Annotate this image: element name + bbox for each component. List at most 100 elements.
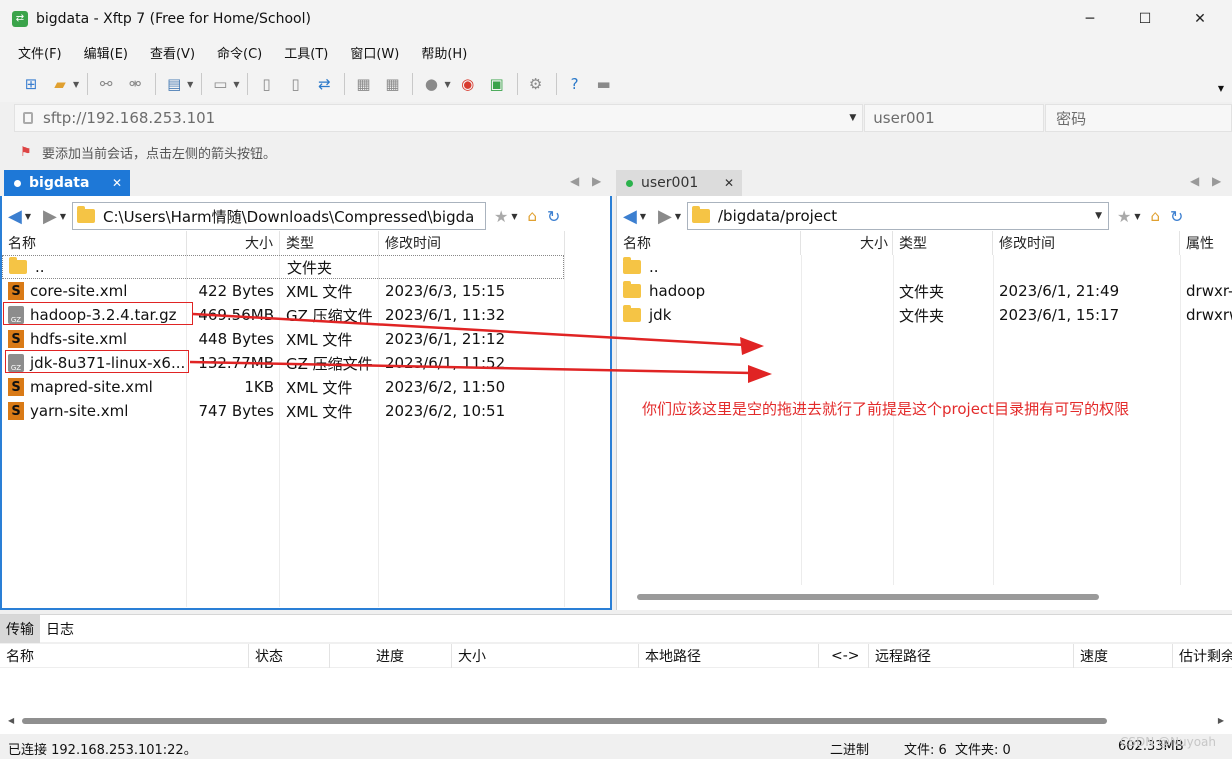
status-circle-icon[interactable]: ● [420,73,442,95]
menu-tools[interactable]: 工具(T) [280,41,332,64]
col-type[interactable]: 类型 [280,231,379,255]
table-row[interactable]: hadoop 文件夹 2023/6/1, 21:49 drwxr- [617,279,1232,303]
menu-edit[interactable]: 编辑(E) [80,41,132,64]
type-cell: XML 文件 [286,402,353,421]
col-speed[interactable]: 速度 [1074,644,1173,668]
remote-horizontal-scrollbar[interactable] [617,592,1232,602]
col-name[interactable]: 名称 [617,231,801,255]
transfer-up-icon[interactable]: ▦ [352,73,374,95]
minimize-button[interactable]: ─ [1067,0,1113,38]
xshell-icon[interactable]: ◉ [457,73,479,95]
username-input[interactable]: user001 [864,104,1045,132]
col-status[interactable]: 状态 [249,644,330,668]
menu-file[interactable]: 文件(F) [14,41,66,64]
col-modified[interactable]: 修改时间 [993,231,1180,255]
col-eta[interactable]: 估计剩余 [1173,644,1232,668]
open-dropdown-icon[interactable]: ▼ [73,80,79,89]
new-file-icon[interactable]: ▯ [255,73,277,95]
col-name[interactable]: 名称 [0,644,249,668]
star-icon[interactable]: ★ [1117,207,1131,226]
help-icon[interactable]: ? [564,73,586,95]
transfer-down-icon[interactable]: ▦ [381,73,403,95]
toolbar-overflow-icon[interactable]: ▼ [1218,84,1224,93]
col-size[interactable]: 大小 [452,644,639,668]
forward-dropdown-icon[interactable]: ▼ [675,212,681,221]
star-icon[interactable]: ★ [494,207,508,226]
col-remote-path[interactable]: 远程路径 [869,644,1074,668]
tab-user001[interactable]: user001 ✕ [616,170,742,196]
table-row[interactable]: Score-site.xml 422 Bytes XML 文件 2023/6/3… [2,279,564,303]
refresh-icon[interactable]: ↻ [547,207,560,226]
properties-icon[interactable]: ▤ [163,73,185,95]
connect-icon[interactable]: ⚯ [95,73,117,95]
col-name[interactable]: 名称 [2,231,187,255]
table-row[interactable]: Smapred-site.xml 1KB XML 文件 2023/6/2, 11… [2,375,564,399]
col-size[interactable]: 大小 [187,231,280,255]
forward-arrow-icon[interactable]: ▶ [43,206,57,227]
tab-bigdata[interactable]: bigdata ✕ [4,170,130,196]
menu-view[interactable]: 查看(V) [146,41,199,64]
col-attributes[interactable]: 属性 [1180,231,1232,255]
favorites-dropdown-icon[interactable]: ▼ [1134,212,1140,221]
col-type[interactable]: 类型 [893,231,993,255]
tab-scroll-right-icon[interactable]: ▶ [592,174,601,188]
scroll-right-icon[interactable]: ▶ [1218,716,1224,725]
copy-file-icon[interactable]: ▯ [284,73,306,95]
back-dropdown-icon[interactable]: ▼ [25,212,31,221]
status-dropdown-icon[interactable]: ▼ [444,80,450,89]
menu-window[interactable]: 窗口(W) [346,41,403,64]
path-dropdown-icon[interactable]: ▼ [1095,211,1102,221]
scroll-left-icon[interactable]: ◀ [8,716,14,725]
gear-icon[interactable]: ⚙ [525,73,547,95]
transfer-mode[interactable]: 二进制 [830,739,869,758]
close-icon[interactable]: ✕ [112,176,122,190]
tab-transfer[interactable]: 传输 [0,614,40,643]
col-progress[interactable]: 进度 [330,644,452,668]
table-row[interactable]: Syarn-site.xml 747 Bytes XML 文件 2023/6/2… [2,399,564,423]
back-arrow-icon[interactable]: ◀ [623,206,637,227]
col-direction[interactable]: <-> [819,644,869,668]
home-icon[interactable]: ⌂ [528,207,538,225]
col-local-path[interactable]: 本地路径 [639,644,819,668]
col-modified[interactable]: 修改时间 [379,231,565,255]
remote-path-input[interactable]: /bigdata/project ▼ [687,202,1109,230]
open-folder-icon[interactable]: ▰ [49,73,71,95]
favorites-dropdown-icon[interactable]: ▼ [511,212,517,221]
transfer-horizontal-scrollbar[interactable]: ◀ ▶ [0,716,1232,726]
menu-command[interactable]: 命令(C) [213,41,266,64]
tab-scroll-left-icon[interactable]: ◀ [570,174,579,188]
chat-icon[interactable]: ▬ [593,73,615,95]
host-dropdown-icon[interactable]: ▼ [849,113,856,123]
tab-scroll-right-icon[interactable]: ▶ [1212,174,1221,188]
tab-scroll-left-icon[interactable]: ◀ [1190,174,1199,188]
table-row[interactable]: Shdfs-site.xml 448 Bytes XML 文件 2023/6/1… [2,327,564,351]
new-session-icon[interactable]: ⊞ [20,73,42,95]
disconnect-icon[interactable]: ⚮ [124,73,146,95]
refresh-icon[interactable]: ↻ [1170,207,1183,226]
back-arrow-icon[interactable]: ◀ [8,206,22,227]
maximize-button[interactable]: ☐ [1122,0,1168,38]
sync-icon[interactable]: ⇄ [313,73,335,95]
scrollbar-thumb[interactable] [637,594,1099,600]
view-icon[interactable]: ▭ [209,73,231,95]
close-button[interactable]: ✕ [1177,0,1223,38]
host-input[interactable]: sftp://192.168.253.101 ▼ [14,104,864,132]
forward-dropdown-icon[interactable]: ▼ [60,212,66,221]
tab-log[interactable]: 日志 [40,615,80,643]
col-size[interactable]: 大小 [801,231,893,255]
password-input[interactable]: 密码 [1045,104,1232,132]
back-dropdown-icon[interactable]: ▼ [640,212,646,221]
close-icon[interactable]: ✕ [724,176,734,190]
forward-arrow-icon[interactable]: ▶ [658,206,672,227]
home-icon[interactable]: ⌂ [1151,207,1161,225]
flag-icon[interactable]: ⚑ [20,145,34,160]
local-path-input[interactable]: C:\Users\Harm情随\Downloads\Compressed\big… [72,202,486,230]
xftp-icon[interactable]: ▣ [486,73,508,95]
table-row[interactable]: .. 文件夹 [2,255,564,279]
scrollbar-thumb[interactable] [22,718,1107,724]
menu-help[interactable]: 帮助(H) [417,41,471,64]
properties-dropdown-icon[interactable]: ▼ [187,80,193,89]
view-dropdown-icon[interactable]: ▼ [233,80,239,89]
table-row[interactable]: jdk 文件夹 2023/6/1, 15:17 drwxrw [617,303,1232,327]
table-row[interactable]: .. [617,255,1232,279]
